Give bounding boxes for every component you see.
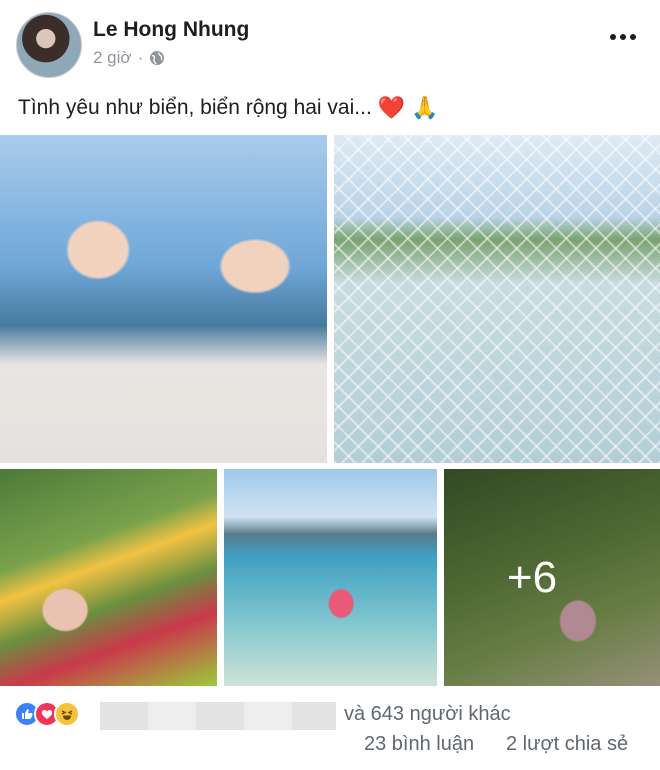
post-time[interactable]: 2 giờ [93, 48, 132, 68]
haha-icon [54, 701, 80, 727]
more-photos-count: +6 [506, 552, 558, 602]
globe-icon[interactable] [149, 50, 165, 66]
folded-hands-icon: 🙏 [411, 95, 439, 120]
dot-icon [630, 34, 636, 40]
photo-1-girls-by-sea[interactable] [0, 135, 327, 463]
reactions-others-text[interactable]: và 643 người khác [344, 703, 511, 726]
post-caption: Tình yêu như biển, biển rộng hai vai... … [18, 96, 439, 120]
more-options-button[interactable] [608, 22, 638, 52]
shares-count[interactable]: 2 lượt chia sẻ [506, 733, 628, 756]
dot-icon [610, 34, 616, 40]
photo-4-beach-wading[interactable] [224, 469, 437, 686]
photo-2-hammock[interactable] [334, 135, 660, 463]
author-name[interactable]: Le Hong Nhung [93, 18, 249, 42]
post-meta: 2 giờ · [93, 48, 165, 68]
heart-icon: ❤️ [377, 95, 406, 120]
photo-5-more-photos[interactable]: +6 [444, 469, 660, 686]
post-header: Le Hong Nhung 2 giờ · [0, 0, 660, 90]
caption-text: Tình yêu như biển, biển rộng hai vai... [18, 96, 372, 119]
reaction-icons[interactable] [14, 701, 80, 727]
dot-icon [620, 34, 626, 40]
meta-separator: · [137, 48, 144, 67]
redacted-names-block [100, 702, 336, 730]
comments-count[interactable]: 23 bình luận [364, 733, 474, 756]
more-photos-overlay[interactable]: +6 [444, 469, 660, 686]
photo-3-garden[interactable] [0, 469, 217, 686]
author-avatar[interactable] [16, 12, 82, 78]
